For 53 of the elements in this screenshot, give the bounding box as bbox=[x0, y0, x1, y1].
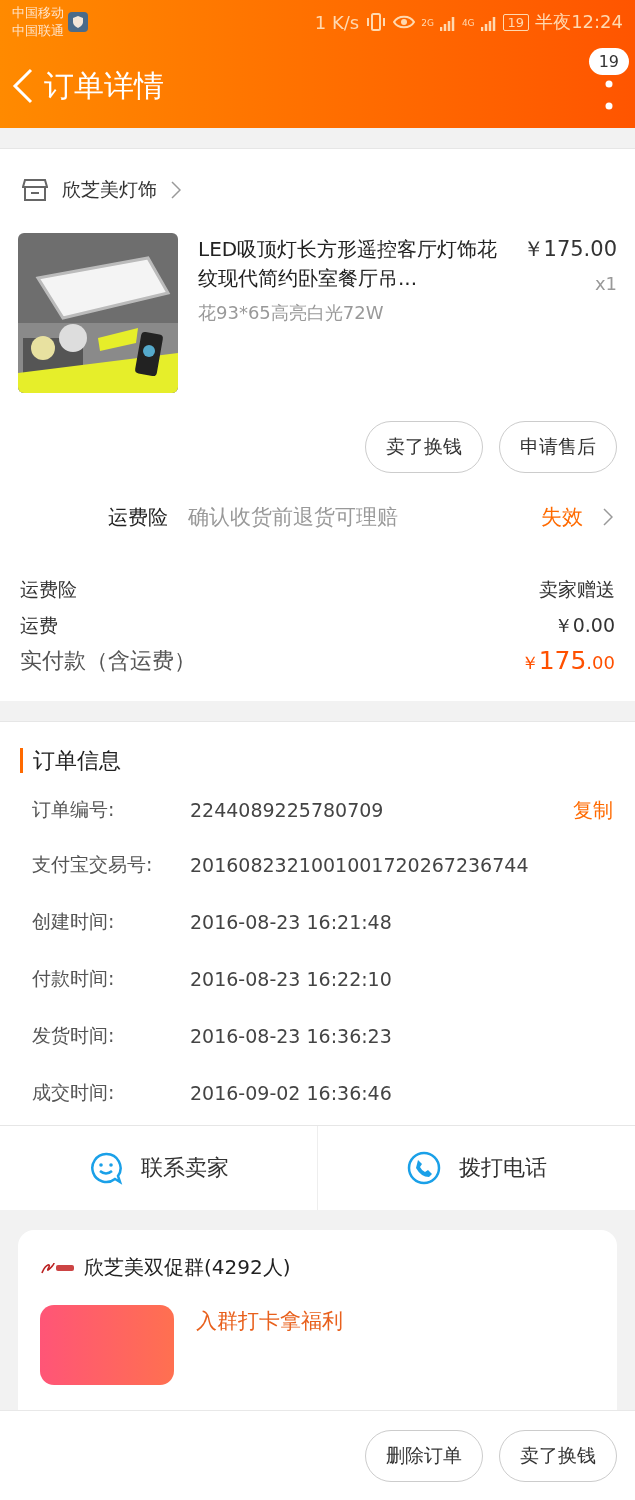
chevron-icon[interactable] bbox=[171, 181, 181, 199]
info-value: 2016-09-02 16:36:46 bbox=[190, 1081, 392, 1104]
total-amount: ￥175.00 bbox=[520, 645, 615, 677]
product-price: ￥175.00 bbox=[522, 236, 617, 263]
info-label: 发货时间: bbox=[32, 1022, 116, 1048]
action-button[interactable]: 卖了换钱 bbox=[499, 1429, 617, 1482]
vibrate-icon bbox=[365, 12, 388, 32]
product-variant: 花93*65高亮白光72W bbox=[198, 301, 385, 325]
network-type: 2G bbox=[421, 18, 434, 28]
back-icon[interactable] bbox=[12, 68, 34, 104]
info-value: 2016082321001001720267236744 bbox=[190, 853, 529, 876]
group-card[interactable]: 欣芝美双促群(4292人) 入群打卡拿福利 bbox=[18, 1230, 617, 1410]
info-label: 付款时间: bbox=[32, 965, 116, 991]
store-name[interactable]: 欣芝美灯饰 bbox=[62, 177, 157, 203]
section-title: 订单信息 bbox=[20, 748, 121, 773]
notification-badge: 19 bbox=[588, 48, 629, 75]
clock: 半夜12:24 bbox=[535, 10, 623, 34]
info-label: 成交时间: bbox=[32, 1079, 116, 1105]
info-label: 支付宝交易号: bbox=[32, 851, 154, 877]
group-name: 欣芝美双促群(4292人) bbox=[84, 1254, 291, 1281]
action-button[interactable]: 卖了换钱 bbox=[365, 421, 483, 473]
info-value: 2016-08-23 16:22:10 bbox=[190, 967, 392, 990]
summary-label: 运费险 bbox=[20, 577, 77, 602]
chat-icon bbox=[88, 1151, 123, 1185]
total-label: 实付款（含运费） bbox=[20, 647, 196, 675]
eye-icon bbox=[393, 14, 416, 30]
product-quantity: x1 bbox=[594, 273, 617, 294]
insurance-description: 确认收货前退货可理赔 bbox=[188, 504, 398, 530]
info-value: 2016-08-23 16:36:23 bbox=[190, 1024, 392, 1047]
carrier-name: 中国移动 bbox=[12, 4, 64, 22]
info-label: 订单编号: bbox=[32, 797, 116, 822]
network-type: 4G bbox=[461, 18, 475, 28]
shield-icon bbox=[68, 12, 88, 32]
info-value: 2016-08-23 16:21:48 bbox=[190, 910, 392, 933]
insurance-label: 运费险 bbox=[108, 503, 168, 531]
logo-icon bbox=[40, 1260, 76, 1275]
action-button[interactable]: 删除订单 bbox=[365, 1429, 483, 1482]
network-speed: 1 K/s bbox=[314, 11, 360, 33]
action-button[interactable]: 申请售后 bbox=[499, 421, 617, 473]
info-label: 创建时间: bbox=[32, 908, 116, 934]
summary-value: 卖家赠送 bbox=[539, 577, 615, 602]
page-title: 订单详情 bbox=[44, 66, 164, 105]
carrier-name: 中国联通 bbox=[12, 22, 64, 40]
store-icon bbox=[22, 178, 48, 202]
promo-title: 入群打卡拿福利 bbox=[196, 1308, 343, 1335]
phone-icon bbox=[406, 1151, 441, 1185]
chevron-icon[interactable] bbox=[603, 508, 613, 526]
battery-level: 19 bbox=[502, 13, 530, 31]
info-value: 2244089225780709 bbox=[190, 799, 384, 821]
summary-value: ￥0.00 bbox=[553, 613, 615, 638]
product-title[interactable]: LED吸顶灯长方形遥控客厅灯饰花纹现代简约卧室餐厅吊... bbox=[198, 235, 498, 293]
more-icon[interactable] bbox=[605, 80, 613, 110]
summary-label: 运费 bbox=[20, 613, 58, 638]
